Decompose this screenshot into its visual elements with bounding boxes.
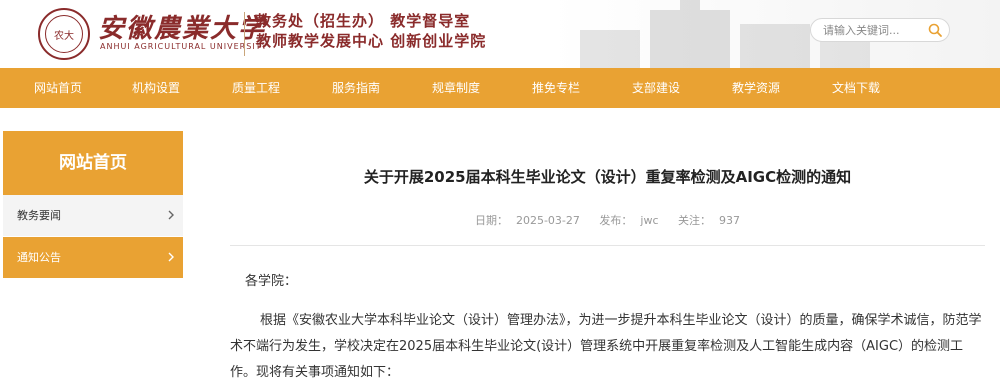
sidebar-item-notices[interactable]: 通知公告 bbox=[3, 237, 183, 279]
meta-date-label: 日期： bbox=[474, 214, 508, 227]
header-divider bbox=[244, 12, 245, 56]
article-meta: 日期： 2025-03-27 发布： jwc 关注： 937 bbox=[230, 212, 985, 228]
university-logo[interactable]: 农大 bbox=[38, 8, 90, 60]
nav-item-organization[interactable]: 机构设置 bbox=[106, 68, 206, 108]
nav-item-party-branch[interactable]: 支部建设 bbox=[606, 68, 706, 108]
article-title: 关于开展2025届本科生毕业论文（设计）重复率检测及AIGC检测的通知 bbox=[363, 168, 852, 186]
meta-date-value: 2025-03-27 bbox=[515, 214, 580, 227]
meta-views-label: 关注： bbox=[678, 214, 712, 227]
sidebar-title: 网站首页 bbox=[3, 131, 183, 195]
chevron-right-icon bbox=[168, 210, 174, 220]
sidebar: 网站首页 教务要闻 通知公告 bbox=[3, 131, 183, 279]
search-input[interactable] bbox=[823, 22, 923, 38]
sidebar-item-label: 教务要闻 bbox=[17, 209, 61, 222]
meta-views: 关注： 937 bbox=[674, 214, 744, 227]
search-icon[interactable] bbox=[927, 22, 943, 38]
meta-date: 日期： 2025-03-27 bbox=[471, 214, 584, 227]
logo-emblem: 农大 bbox=[45, 15, 83, 53]
article-divider bbox=[230, 245, 985, 246]
nav-item-recommendation[interactable]: 推免专栏 bbox=[506, 68, 606, 108]
sidebar-item-label: 通知公告 bbox=[17, 251, 61, 264]
university-name-en: ANHUI AGRICULTURAL UNIVERSITY bbox=[100, 42, 268, 51]
meta-publisher: 发布： jwc bbox=[595, 214, 662, 227]
nav-item-resources[interactable]: 教学资源 bbox=[706, 68, 806, 108]
department-name-line1: 教务处（招生办） 教学督导室 bbox=[256, 12, 471, 30]
department-name-line2: 教师教学发展中心 创新创业学院 bbox=[256, 32, 487, 50]
article-paragraph: 根据《安徽农业大学本科毕业论文（设计）管理办法》，为进一步提升本科生毕业论文（设… bbox=[230, 313, 982, 380]
university-name: 安徽農業大学 bbox=[98, 14, 267, 44]
chevron-right-icon bbox=[168, 252, 174, 262]
main-nav: 网站首页 机构设置 质量工程 服务指南 规章制度 推免专栏 支部建设 教学资源 … bbox=[0, 68, 1000, 108]
meta-publisher-value: jwc bbox=[640, 214, 659, 227]
site-header: 农大 安徽農業大学 ANHUI AGRICULTURAL UNIVERSITY … bbox=[0, 0, 1000, 68]
nav-item-downloads[interactable]: 文档下载 bbox=[806, 68, 906, 108]
search-box bbox=[810, 18, 950, 42]
nav-item-quality[interactable]: 质量工程 bbox=[206, 68, 306, 108]
nav-item-home[interactable]: 网站首页 bbox=[10, 68, 106, 108]
meta-views-value: 937 bbox=[719, 214, 741, 227]
nav-item-service-guide[interactable]: 服务指南 bbox=[306, 68, 406, 108]
article-salutation: 各学院： bbox=[245, 274, 298, 289]
nav-item-regulations[interactable]: 规章制度 bbox=[406, 68, 506, 108]
sidebar-item-news[interactable]: 教务要闻 bbox=[3, 195, 183, 237]
meta-publisher-label: 发布： bbox=[599, 214, 633, 227]
